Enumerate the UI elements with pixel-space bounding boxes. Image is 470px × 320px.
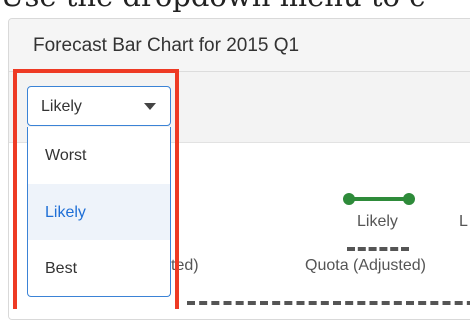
select-value: Likely [41,98,82,115]
legend-quota-label[interactable]: Quota (Adjusted) [305,257,426,275]
menu-item-best[interactable]: Best [28,240,170,296]
legend-quota-line [347,247,409,251]
panel-header: Forecast Bar Chart for 2015 Q1 [9,19,470,72]
menu-item-label: Best [45,260,78,277]
chevron-down-icon [144,103,156,110]
instruction-caption: Use the dropdown menu to c [0,0,470,12]
legend-likely-dot-end [403,193,415,205]
menu-item-worst[interactable]: Worst [28,127,170,183]
legend-likely-line [348,197,410,201]
legend-likely-label[interactable]: Likely [357,213,398,231]
menu-item-label: Worst [45,147,87,164]
dropdown-menu: Worst Likely Best [27,127,171,297]
forecast-type-select[interactable]: Likely [27,86,171,126]
legend-likely-dot-start [343,193,355,205]
menu-item-label: Likely [45,204,86,221]
panel-title: Forecast Bar Chart for 2015 Q1 [33,35,300,56]
quota-dashed-line [187,301,470,305]
menu-item-likely[interactable]: Likely [28,184,170,240]
legend-next-label[interactable]: L [459,213,468,231]
